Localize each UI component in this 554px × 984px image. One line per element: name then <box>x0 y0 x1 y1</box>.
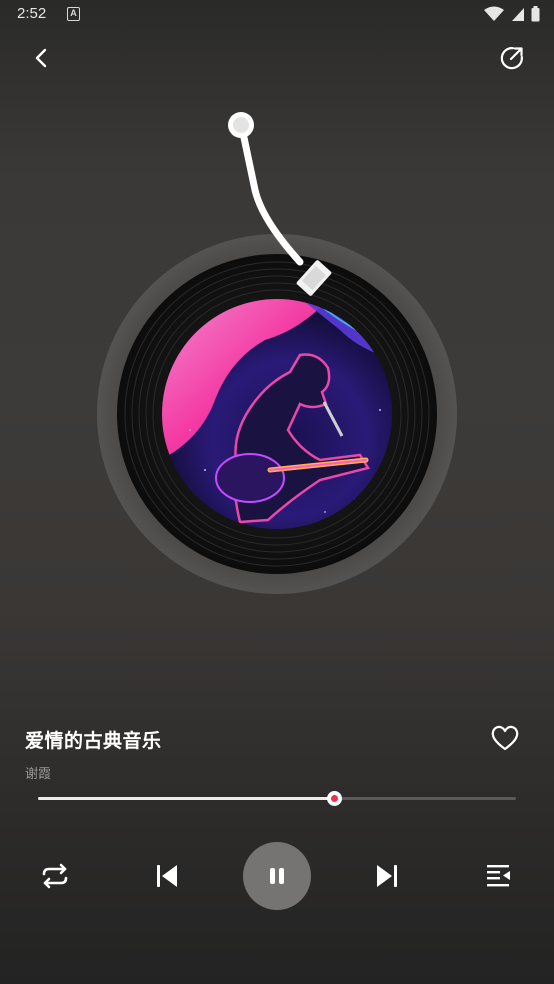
playlist-icon <box>487 865 510 887</box>
progress-fill <box>38 797 335 800</box>
favorite-button[interactable] <box>486 720 524 756</box>
song-title: 爱情的古典音乐 <box>25 731 162 752</box>
progress-slider[interactable] <box>38 788 516 808</box>
skip-previous-icon <box>157 865 177 887</box>
playlist-button[interactable] <box>476 858 520 894</box>
repeat-icon <box>42 863 68 889</box>
skip-next-icon <box>377 865 397 887</box>
pause-icon <box>270 868 284 884</box>
playback-controls <box>0 840 554 912</box>
heart-outline-icon <box>491 725 519 751</box>
play-pause-button[interactable] <box>243 842 311 910</box>
previous-button[interactable] <box>145 858 189 894</box>
progress-thumb[interactable] <box>327 791 343 806</box>
turntable <box>97 112 457 594</box>
repeat-button[interactable] <box>33 858 77 894</box>
next-button[interactable] <box>365 858 409 894</box>
artist-name[interactable]: 谢霞 <box>25 763 51 782</box>
progress-thumb-dot <box>331 795 339 802</box>
